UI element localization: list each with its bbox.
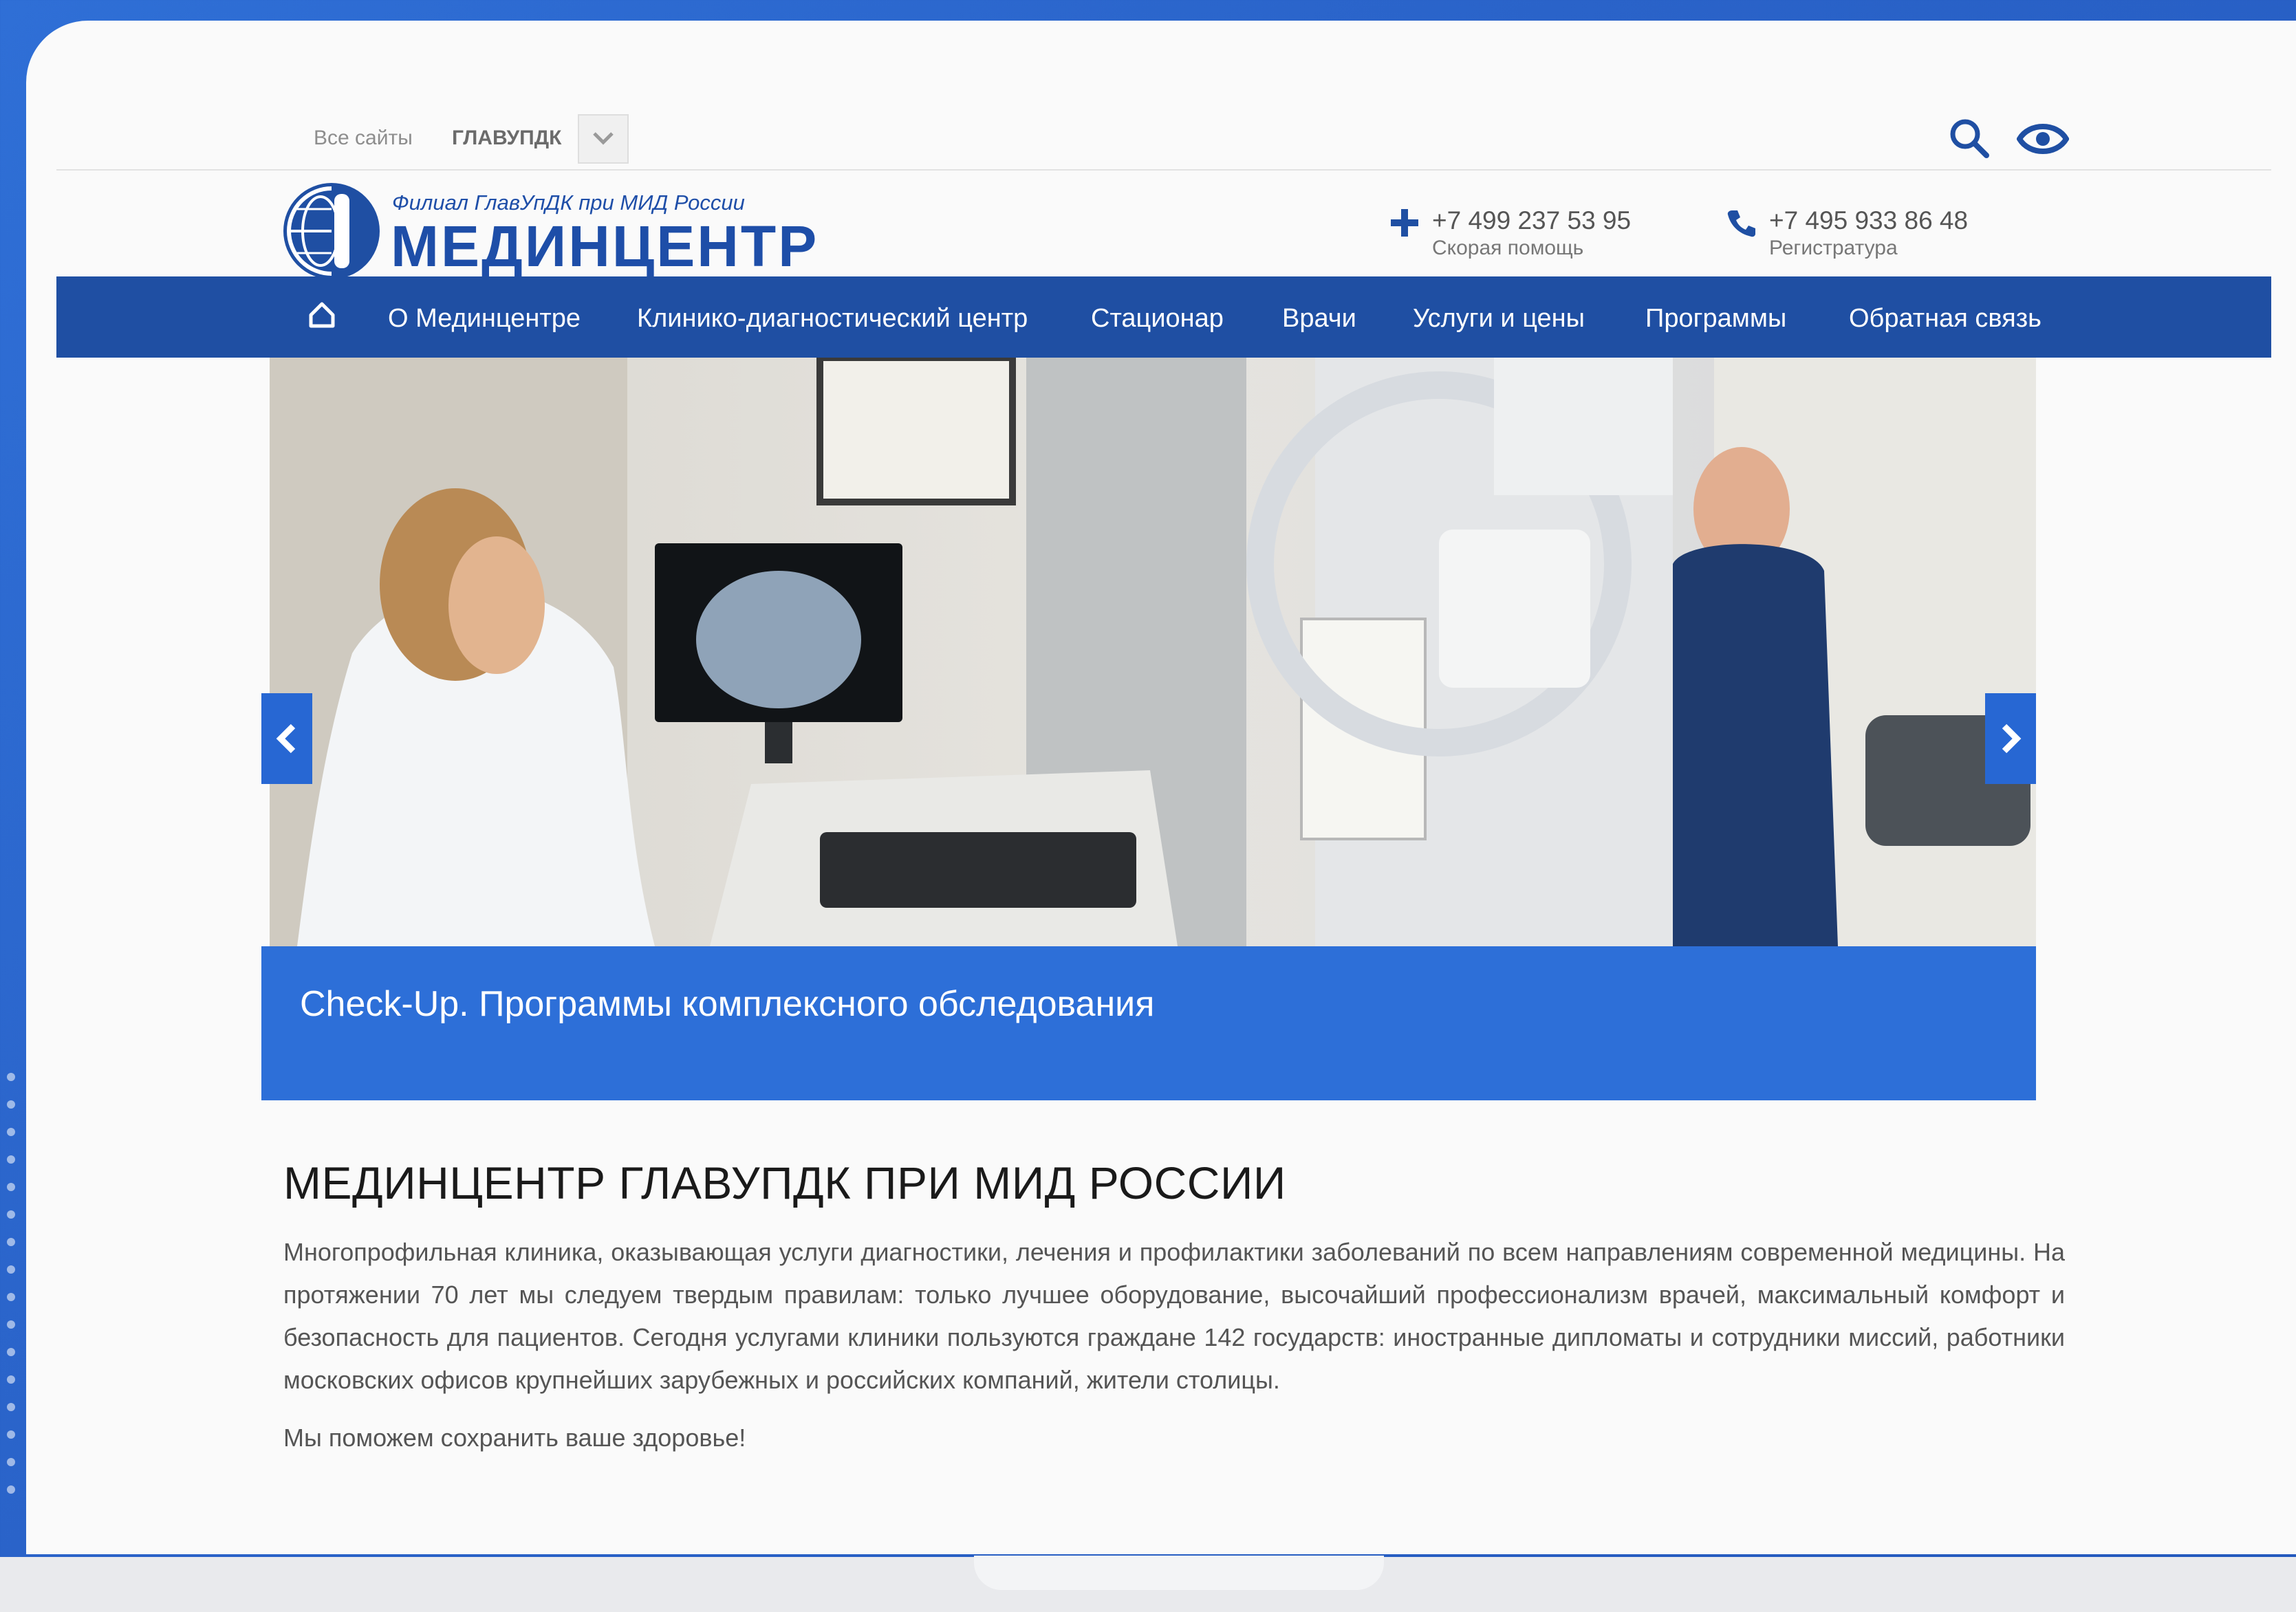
site-dropdown-button[interactable] <box>578 114 629 164</box>
globe-logo-icon[interactable] <box>282 182 381 281</box>
intro-paragraph: Многопрофильная клиника, оказывающая усл… <box>283 1238 2065 1394</box>
nav-item-services[interactable]: Услуги и цены <box>1413 304 1585 334</box>
plus-icon <box>1391 209 1418 237</box>
page-title: МЕДИНЦЕНТР ГЛАВУПДК ПРИ МИД РОССИИ <box>283 1157 1286 1208</box>
all-sites-link[interactable]: Все сайты <box>314 127 413 150</box>
registry-phone[interactable]: +7 495 933 86 48 <box>1769 206 1968 235</box>
nav-item-programs[interactable]: Программы <box>1645 304 1786 334</box>
hero-image <box>270 358 2036 946</box>
current-site-label[interactable]: ГЛАВУПДК <box>452 127 561 150</box>
search-icon[interactable] <box>1948 117 1991 160</box>
eye-icon[interactable] <box>2017 120 2069 158</box>
nav-item-doctors[interactable]: Врачи <box>1282 304 1356 334</box>
main-navbar: О Мединцентре Клинико-диагностический це… <box>56 276 2271 358</box>
emergency-phone[interactable]: +7 499 237 53 95 <box>1432 206 1631 235</box>
slider-next-button[interactable] <box>1985 693 2036 784</box>
laptop-notch <box>974 1556 1384 1590</box>
logo-subtitle: Филиал ГлавУпДК при МИД России <box>392 190 745 215</box>
home-icon[interactable] <box>308 301 336 329</box>
chevron-down-icon <box>593 132 614 145</box>
emergency-label: Скорая помощь <box>1432 237 1584 259</box>
nav-item-about[interactable]: О Мединцентре <box>388 304 581 334</box>
tagline: Мы поможем сохранить ваше здоровье! <box>283 1424 746 1452</box>
slider-prev-button[interactable] <box>261 693 312 784</box>
phone-icon <box>1727 210 1755 237</box>
hero-slider: Check-Up. Программы комплексного обследо… <box>261 358 2036 1100</box>
nav-item-feedback[interactable]: Обратная связь <box>1849 304 2042 334</box>
slide-caption[interactable]: Check-Up. Программы комплексного обследо… <box>300 983 1154 1025</box>
decorative-dots <box>0 1073 28 1554</box>
chevron-right-icon <box>2002 723 2022 754</box>
top-bar: Все сайты ГЛАВУПДК <box>56 110 2271 171</box>
logo-title[interactable]: МЕДИНЦЕНТР <box>391 213 819 280</box>
chevron-left-icon <box>276 723 296 754</box>
registry-label: Регистратура <box>1769 237 1898 259</box>
nav-item-clinic[interactable]: Клинико-диагностический центр <box>637 304 1028 334</box>
nav-item-hospital[interactable]: Стационар <box>1091 304 1224 334</box>
